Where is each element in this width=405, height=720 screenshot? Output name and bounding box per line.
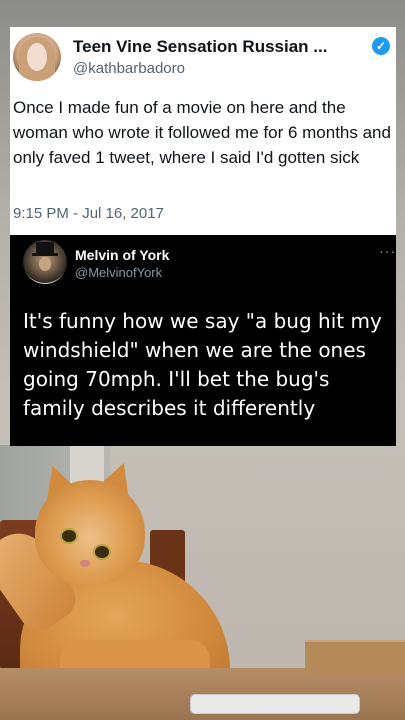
verified-badge-icon: ✓ bbox=[372, 37, 390, 55]
more-options-icon[interactable]: ··· bbox=[379, 243, 396, 259]
timestamp[interactable]: 9:15 PM - Jul 16, 2017 bbox=[13, 205, 164, 222]
phone-on-table bbox=[190, 694, 360, 714]
tweet-card-light[interactable]: Teen Vine Sensation Russian ... ✓ @kathb… bbox=[10, 27, 396, 235]
tweet-text: Once I made fun of a movie on here and t… bbox=[13, 98, 391, 167]
display-name[interactable]: Melvin of York bbox=[75, 247, 169, 263]
handle[interactable]: @kathbarbadoro bbox=[73, 60, 185, 77]
handle[interactable]: @MelvinofYork bbox=[75, 265, 162, 280]
avatar[interactable] bbox=[13, 33, 61, 81]
cat-head bbox=[35, 480, 145, 585]
avatar[interactable] bbox=[23, 240, 67, 284]
cat-eye-left bbox=[60, 528, 78, 544]
cat-eye-right bbox=[93, 544, 111, 560]
display-name[interactable]: Teen Vine Sensation Russian ... bbox=[73, 37, 327, 57]
tweet-text: It's funny how we say "a bug hit my wind… bbox=[23, 309, 382, 420]
cat-nose bbox=[80, 560, 90, 567]
cardboard-box bbox=[305, 640, 405, 676]
tweet-card-dark[interactable]: Melvin of York @MelvinofYork ··· It's fu… bbox=[10, 235, 396, 446]
